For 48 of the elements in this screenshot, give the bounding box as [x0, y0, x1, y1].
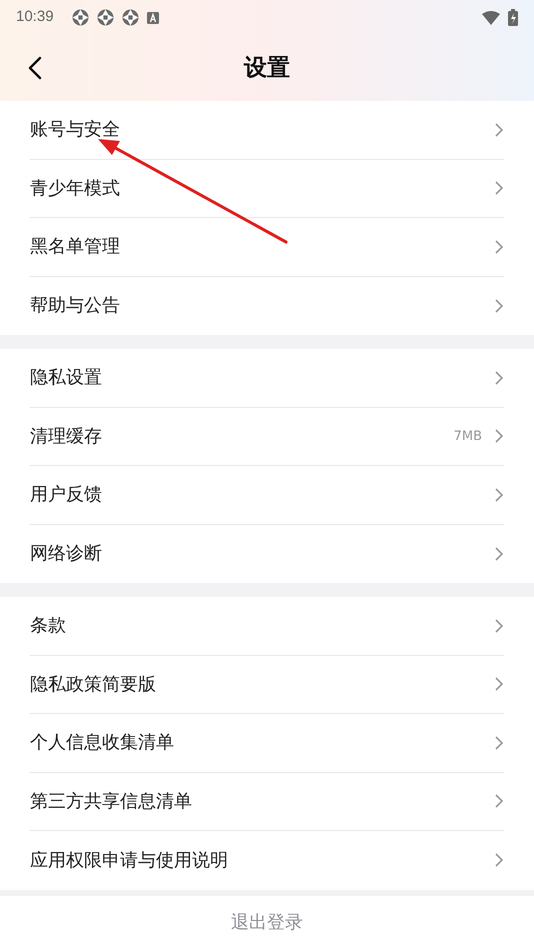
settings-item[interactable]: 隐私设置: [30, 349, 504, 408]
item-label: 条款: [30, 614, 67, 638]
settings-item[interactable]: 第三方共享信息清单: [30, 772, 504, 831]
chevron-right-icon: [494, 618, 504, 634]
chevron-right-icon: [494, 486, 504, 503]
back-icon: [28, 56, 42, 80]
settings-item[interactable]: 隐私政策简要版: [30, 656, 504, 714]
settings-item[interactable]: 个人信息收集清单: [30, 714, 504, 772]
settings-item[interactable]: 帮助与公告: [30, 276, 504, 335]
settings-item[interactable]: 用户反馈: [30, 466, 504, 524]
chevron-right-icon: [494, 428, 504, 444]
item-label: 网络诊断: [30, 542, 103, 566]
item-label: 帮助与公告: [30, 294, 121, 318]
chevron-right-icon: [494, 793, 504, 810]
chevron-right-icon: [494, 546, 504, 562]
status-time: 10:39: [16, 7, 54, 28]
notification-icon: [72, 9, 89, 26]
item-label: 黑名单管理: [30, 235, 121, 260]
battery-icon: [508, 9, 518, 26]
item-label: 清理缓存: [30, 424, 103, 449]
page-title: 设置: [244, 54, 290, 83]
chevron-right-icon: [494, 122, 504, 138]
item-label: 隐私设置: [30, 366, 103, 390]
settings-item[interactable]: 青少年模式: [30, 160, 504, 218]
settings-item[interactable]: 条款: [30, 597, 504, 656]
chevron-right-icon: [494, 238, 504, 255]
item-value: 7MB: [454, 428, 482, 446]
notification-icon: [96, 9, 114, 26]
wifi-icon: [482, 10, 500, 24]
notification-icon: [122, 9, 139, 26]
chevron-right-icon: [494, 676, 504, 692]
item-label: 个人信息收集清单: [30, 731, 175, 756]
settings-item[interactable]: 清理缓存 7MB: [30, 408, 504, 466]
settings-item[interactable]: 应用权限申请与使用说明: [30, 831, 504, 890]
item-label: 隐私政策简要版: [30, 672, 157, 697]
chevron-right-icon: [494, 734, 504, 751]
settings-item[interactable]: 黑名单管理: [30, 218, 504, 276]
item-label: 用户反馈: [30, 483, 103, 508]
chevron-right-icon: [494, 298, 504, 314]
item-label: 青少年模式: [30, 176, 121, 201]
settings-item[interactable]: 网络诊断: [30, 524, 504, 583]
notification-icon: [146, 12, 159, 24]
item-label: 第三方共享信息清单: [30, 790, 193, 814]
item-label: 应用权限申请与使用说明: [30, 848, 229, 873]
chevron-right-icon: [494, 852, 504, 868]
chevron-right-icon: [494, 180, 504, 196]
chevron-right-icon: [494, 370, 504, 386]
item-label: 账号与安全: [30, 118, 121, 142]
